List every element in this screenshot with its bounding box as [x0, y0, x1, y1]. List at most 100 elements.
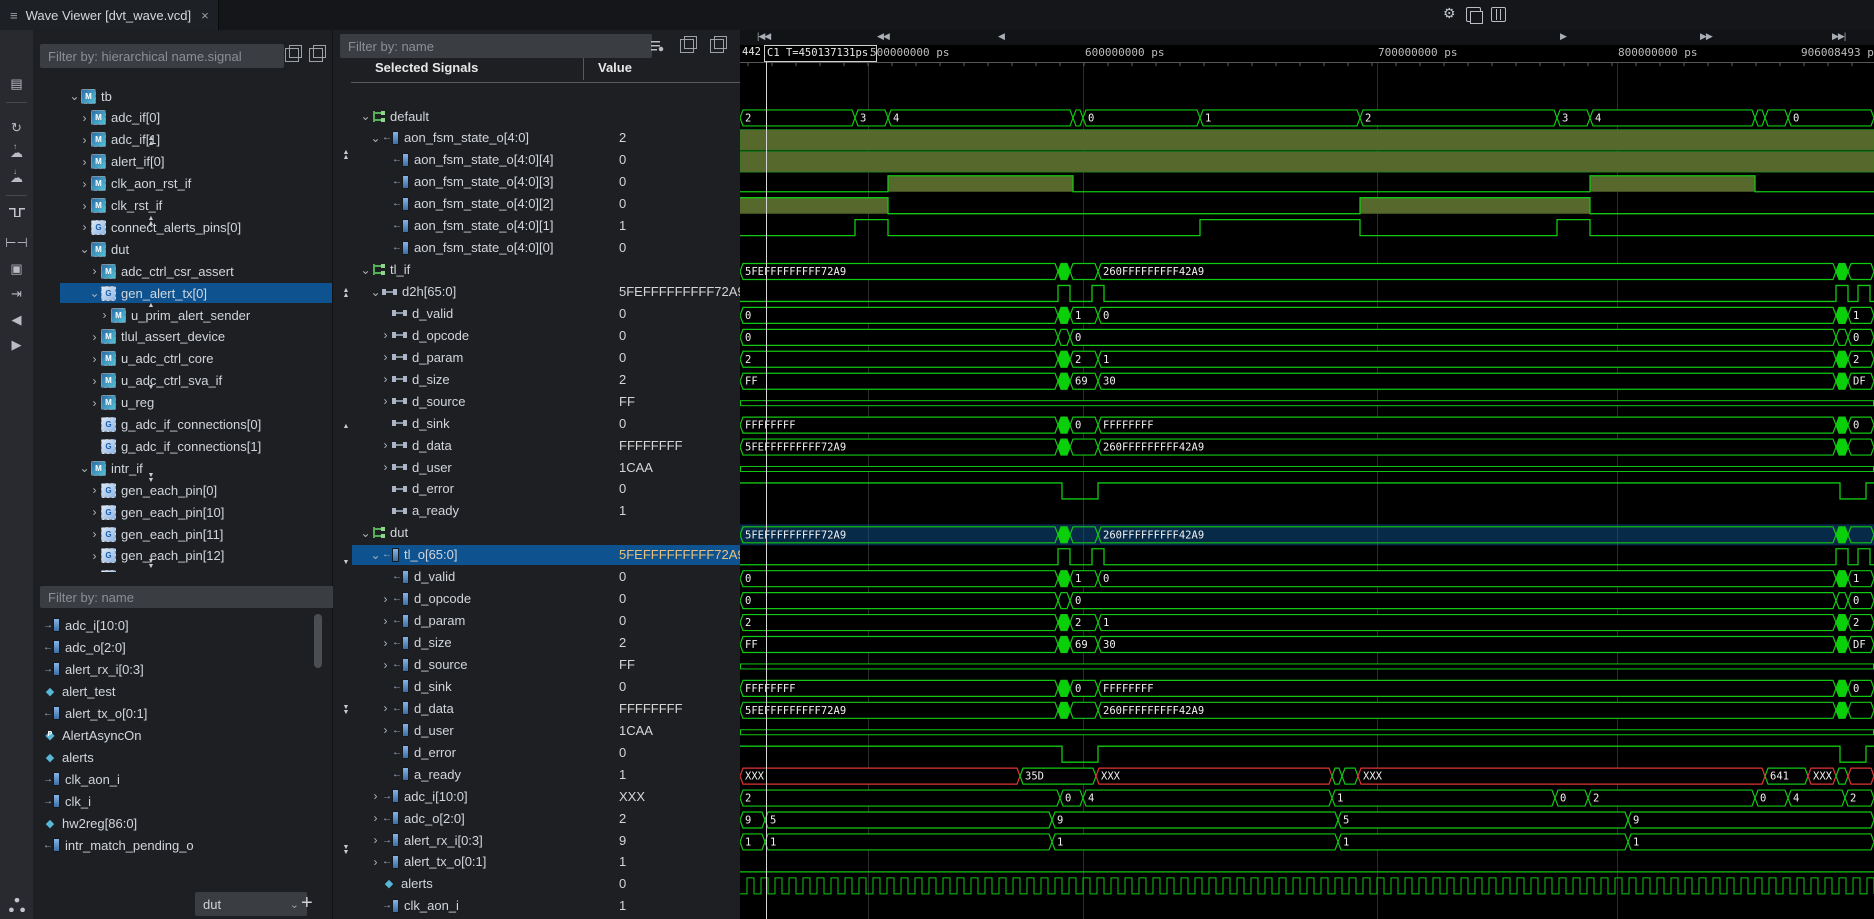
- hierarchy-org-icon[interactable]: [9, 898, 25, 912]
- signal-row-default[interactable]: ⌄default: [352, 106, 740, 126]
- tree-item-gen_each_pin[0][interactable]: ›Ggen_each_pin[0]: [60, 480, 332, 500]
- row-expand-icon[interactable]: ⌄: [359, 263, 372, 277]
- editor-tab[interactable]: ≡ Wave Viewer [dvt_wave.vcd] ×: [0, 0, 219, 30]
- scroll-up2-icon[interactable]: ▲ ▲: [340, 288, 352, 298]
- prev-edge-icon[interactable]: ◀: [0, 312, 33, 328]
- row-expand-icon[interactable]: ⌄: [369, 131, 382, 145]
- signal-row-clk_aon_i[interactable]: →clk_aon_i1: [352, 896, 740, 916]
- signal-row-d_valid[interactable]: ←d_valid0: [352, 567, 740, 587]
- signal-row-alert_rx_i[0:3][interactable]: ›→alert_rx_i[0:3]9: [352, 830, 740, 850]
- tree-expand-icon[interactable]: ›: [88, 571, 101, 572]
- add-signal-button[interactable]: +: [301, 892, 313, 915]
- signal-row-adc_o[2:0][interactable]: ›←adc_o[2:0]2: [352, 808, 740, 828]
- list-item-alert_rx_i[0:3][interactable]: →alert_rx_i[0:3]: [43, 659, 323, 679]
- signal-row-d_param[interactable]: ›d_param0: [352, 347, 740, 367]
- tree-item-u_adc_ctrl_sva_if[interactable]: ›Mu_adc_ctrl_sva_if: [60, 371, 332, 391]
- tree-item-u_adc_ctrl_core[interactable]: ›Mu_adc_ctrl_core: [60, 349, 332, 369]
- list-item-clk_i[interactable]: →clk_i: [43, 791, 323, 811]
- tree-expand-icon[interactable]: ›: [88, 396, 101, 410]
- signal-row-d_user[interactable]: ›d_user1CAA: [352, 457, 740, 477]
- signal-row-d_size[interactable]: ›d_size2: [352, 369, 740, 389]
- row-expand-icon[interactable]: ›: [379, 460, 392, 474]
- scroll-down2-icon[interactable]: ▼ ▼: [340, 705, 352, 715]
- signal-row-d_valid[interactable]: d_valid0: [352, 303, 740, 323]
- tree-expand-icon[interactable]: ›: [88, 483, 101, 497]
- list-item-clk_aon_i[interactable]: →clk_aon_i: [43, 769, 323, 789]
- row-expand-icon[interactable]: ›: [379, 328, 392, 342]
- tree-item-g_adc_if_connections[0][interactable]: Gg_adc_if_connections[0]: [60, 415, 332, 435]
- jump-time-icon[interactable]: ⇥: [0, 286, 33, 302]
- tree-expand-icon[interactable]: ›: [78, 220, 91, 234]
- wave-nav-icon[interactable]: ◀: [998, 31, 1004, 42]
- measure-icon[interactable]: ⊢⊣: [0, 235, 33, 251]
- signal-row-aon_fsm_state_o[4:0][1][interactable]: ←aon_fsm_state_o[4:0][1]1: [352, 216, 740, 236]
- expand-all-icon[interactable]: [309, 48, 323, 62]
- signal-row-tl_if[interactable]: ⌄tl_if: [352, 260, 740, 280]
- signal-row-alerts[interactable]: ◆alerts0: [352, 874, 740, 894]
- next-edge-icon[interactable]: ▶: [0, 337, 33, 353]
- list-item-hw2reg[86:0][interactable]: ◆hw2reg[86:0]: [43, 813, 323, 833]
- tree-item-g_adc_if_connections[1][interactable]: Gg_adc_if_connections[1]: [60, 436, 332, 456]
- row-expand-icon[interactable]: ›: [369, 811, 382, 825]
- tree-expand-icon[interactable]: ⌄: [78, 461, 91, 475]
- hamburger-icon[interactable]: ≡: [10, 8, 18, 23]
- signal-row-d_data[interactable]: ›←d_dataFFFFFFFF: [352, 698, 740, 718]
- signal-row-d_data[interactable]: ›d_dataFFFFFFFF: [352, 435, 740, 455]
- row-expand-icon[interactable]: ⌄: [359, 109, 372, 123]
- tree-item-adc_if[0][interactable]: ›Madc_if[0]: [60, 108, 332, 128]
- row-expand-icon[interactable]: ›: [379, 438, 392, 452]
- tree-item-intr_if[interactable]: ⌄Mintr_if: [60, 458, 332, 478]
- tree-item-tb[interactable]: ⌄Mtb: [60, 86, 332, 106]
- signal-row-aon_fsm_state_o[4:0][2][interactable]: ←aon_fsm_state_o[4:0][2]0: [352, 194, 740, 214]
- signal-row-d_source[interactable]: ›d_sourceFF: [352, 391, 740, 411]
- wave-config-icon[interactable]: ▤: [0, 76, 33, 92]
- collapse-all-icon[interactable]: [285, 48, 299, 62]
- scroll-down2-icon[interactable]: ▼ ▼: [340, 845, 352, 855]
- wave-nav-icon[interactable]: ▶: [1560, 31, 1566, 42]
- row-expand-icon[interactable]: ›: [369, 855, 382, 869]
- split-editor-icon[interactable]: [1466, 7, 1481, 22]
- scroll-up-icon[interactable]: ▲: [340, 424, 352, 429]
- row-expand-icon[interactable]: ›: [379, 701, 392, 715]
- tree-expand-icon[interactable]: ›: [88, 374, 101, 388]
- tree-item-dut[interactable]: ⌄Mdut: [60, 239, 332, 259]
- signal-row-aon_fsm_state_o[4:0][0][interactable]: ←aon_fsm_state_o[4:0][0]0: [352, 238, 740, 258]
- tree-item-u_reg[interactable]: ›Mu_reg: [60, 393, 332, 413]
- signal-row-adc_i[10:0][interactable]: ›→adc_i[10:0]XXX: [352, 786, 740, 806]
- signal-row-dut[interactable]: ⌄dut: [352, 523, 740, 543]
- tree-expand-icon[interactable]: ›: [78, 155, 91, 169]
- list-item-alerts[interactable]: ◆alerts: [43, 747, 323, 767]
- signal-row-aon_fsm_state_o[4:0][4][interactable]: ←aon_fsm_state_o[4:0][4]0: [352, 150, 740, 170]
- tree-item-gen_each_pin[10][interactable]: ›Ggen_each_pin[10]: [60, 502, 332, 522]
- duplicate-icon[interactable]: [710, 39, 724, 53]
- scroll-down2-icon[interactable]: ▼ ▼: [145, 559, 157, 569]
- signal-row-d_opcode[interactable]: ›d_opcode0: [352, 325, 740, 345]
- row-expand-icon[interactable]: ›: [379, 614, 392, 628]
- layout-columns-icon[interactable]: [1491, 7, 1506, 22]
- row-expand-icon[interactable]: ⌄: [369, 548, 382, 562]
- signal-filter-input[interactable]: [40, 586, 334, 608]
- cloud-upload-icon[interactable]: ☁↑: [0, 145, 33, 161]
- signal-row-aon_fsm_state_o[4:0][interactable]: ⌄←aon_fsm_state_o[4:0]2: [352, 128, 740, 148]
- tree-item-connect_alerts_pins[0][interactable]: ›Gconnect_alerts_pins[0]: [60, 217, 332, 237]
- row-expand-icon[interactable]: ›: [379, 350, 392, 364]
- selected-signals-filter-input[interactable]: [340, 34, 652, 58]
- wave-nav-icon[interactable]: ◀◀: [877, 31, 889, 42]
- row-expand-icon[interactable]: ⌄: [369, 285, 382, 299]
- cursor-time-label[interactable]: C1 T=450137131ps.: [764, 45, 877, 62]
- signal-row-d_sink[interactable]: ←d_sink0: [352, 676, 740, 696]
- list-item-adc_o[2:0][interactable]: ←adc_o[2:0]: [43, 637, 323, 657]
- list-item-alert_test[interactable]: ◆alert_test: [43, 681, 323, 701]
- row-expand-icon[interactable]: ›: [379, 372, 392, 386]
- tree-item-gen_each_pin[11][interactable]: ›Ggen_each_pin[11]: [60, 524, 332, 544]
- signal-row-d2h[65:0][interactable]: ⌄d2h[65:0]5FEFFFFFFFFF72A9: [352, 282, 740, 302]
- tree-expand-icon[interactable]: ›: [78, 111, 91, 125]
- tree-expand-icon[interactable]: ›: [88, 527, 101, 541]
- tree-expand-icon[interactable]: ›: [88, 352, 101, 366]
- scroll-up2-icon[interactable]: ▲ ▲: [340, 150, 352, 160]
- tree-item-gen_each_pin[12][interactable]: ›Ggen_each_pin[12]: [60, 546, 332, 566]
- tree-expand-icon[interactable]: ›: [78, 133, 91, 147]
- scroll-up-icon[interactable]: ▲: [145, 303, 157, 308]
- scroll-up2-icon[interactable]: ▲ ▲: [145, 216, 157, 226]
- scroll-up2-icon[interactable]: ▲ ▲: [145, 136, 157, 146]
